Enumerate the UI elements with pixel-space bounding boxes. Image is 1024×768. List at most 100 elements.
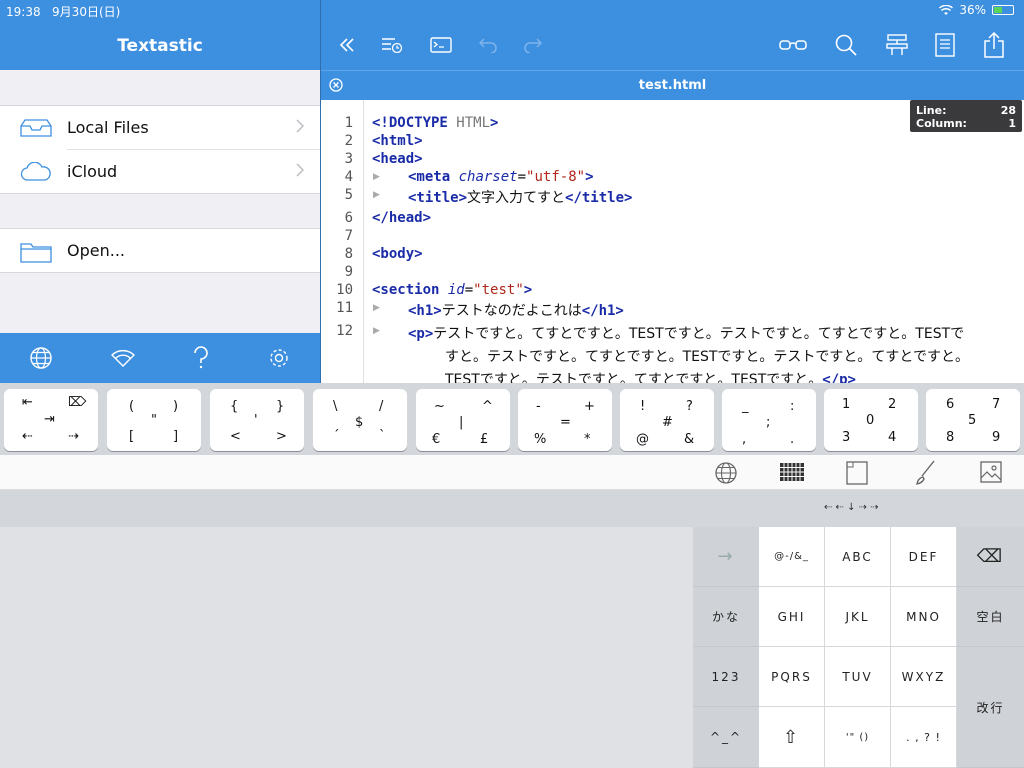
code-token: <title> bbox=[408, 190, 468, 206]
collapse-sidebar-button[interactable] bbox=[335, 32, 359, 58]
key-glyph: > bbox=[276, 429, 287, 444]
sidebar-item-label: Local Files bbox=[67, 118, 149, 137]
status-time-date: 19:38 9月30日(日) bbox=[6, 3, 120, 20]
shift-arrow-icon: ⇧ bbox=[782, 726, 801, 748]
code-token: テストですと。てすとですと。TESTですと。テストですと。てすとですと。TEST… bbox=[433, 326, 965, 342]
shift-key[interactable]: ⇧ bbox=[759, 707, 825, 768]
extra-key-digits-0-4[interactable]: 1 2 0 3 4 bbox=[824, 389, 918, 451]
key-def[interactable]: DEF bbox=[891, 527, 957, 587]
key-punctuation[interactable]: . , ? ! bbox=[891, 707, 957, 768]
sidebar-item-icloud[interactable]: iCloud bbox=[0, 150, 320, 193]
key-pqrs[interactable]: PQRS bbox=[759, 647, 825, 707]
status-date: 9月30日(日) bbox=[52, 5, 121, 19]
key-glyph: ⇤ bbox=[22, 395, 33, 410]
key-kana[interactable]: かな bbox=[693, 587, 759, 647]
key-glyph: \ bbox=[333, 399, 338, 414]
extra-key-separators[interactable]: _ : ; , . bbox=[722, 389, 816, 451]
line-number: 9 bbox=[344, 264, 353, 280]
key-quotes-parens[interactable]: '" () bbox=[825, 707, 891, 768]
key-glyph: + bbox=[584, 399, 595, 414]
fold-triangle-icon[interactable]: ▶ bbox=[373, 326, 380, 336]
share-button[interactable] bbox=[982, 32, 1006, 58]
keyboard-grid-icon[interactable] bbox=[780, 463, 804, 481]
terminal-button[interactable] bbox=[428, 32, 454, 58]
brush-icon[interactable] bbox=[914, 460, 936, 486]
wifi-icon[interactable] bbox=[111, 348, 135, 368]
fold-triangle-icon[interactable]: ▶ bbox=[373, 172, 380, 182]
key-glyph: 7 bbox=[992, 397, 1001, 412]
extra-key-slashes[interactable]: \ / $ ´ ` bbox=[313, 389, 407, 451]
key-wxyz[interactable]: WXYZ bbox=[891, 647, 957, 707]
sidebar-item-open[interactable]: Open... bbox=[0, 229, 320, 272]
key-emoticon[interactable]: ^_^ bbox=[693, 707, 759, 768]
status-right: 36% bbox=[939, 3, 1014, 17]
line-number: 12 bbox=[336, 323, 353, 339]
return-key[interactable]: 改行 bbox=[957, 647, 1024, 768]
extra-keys-row: ⇤ ⌦ ⇥ ⇠ ⇢ ( ) " [ ] { } ' < > \ / $ ´ ` … bbox=[0, 383, 1024, 455]
key-jkl[interactable]: JKL bbox=[825, 587, 891, 647]
key-glyph: } bbox=[276, 399, 285, 414]
line-number: 3 bbox=[344, 151, 353, 167]
code-token: "utf-8" bbox=[526, 169, 586, 185]
gear-icon[interactable] bbox=[267, 346, 291, 370]
search-button[interactable] bbox=[833, 32, 859, 58]
cursor-position-badge: Line: 28 Column: 1 bbox=[910, 100, 1022, 132]
code-token: = bbox=[517, 169, 527, 185]
code-token: テストなのだよこれは bbox=[441, 303, 582, 319]
extra-key-operators[interactable]: - + = % * bbox=[518, 389, 612, 451]
space-key[interactable]: 空白 bbox=[957, 587, 1024, 647]
extra-key-digits-5-9[interactable]: 6 7 5 8 9 bbox=[926, 389, 1020, 451]
key-glyph: & bbox=[684, 432, 695, 447]
key-glyph: ⌦ bbox=[68, 395, 87, 410]
code-token: </head> bbox=[372, 210, 432, 226]
extra-key-punctuation[interactable]: ! ? # @ & bbox=[620, 389, 714, 451]
redo-button[interactable] bbox=[522, 32, 544, 58]
key-tuv[interactable]: TUV bbox=[825, 647, 891, 707]
extra-key-braces[interactable]: { } ' < > bbox=[210, 389, 304, 451]
globe-icon[interactable] bbox=[29, 346, 53, 370]
double-chevron-left-icon bbox=[339, 38, 354, 52]
document-info-button[interactable] bbox=[933, 32, 957, 58]
open-group: Open... bbox=[0, 228, 320, 273]
key-ghi[interactable]: GHI bbox=[759, 587, 825, 647]
cursor-swipe-hint: ⇠ ⇠ ↓ ⇢ ⇢ bbox=[824, 502, 879, 513]
key-glyph: 2 bbox=[888, 397, 897, 412]
image-icon[interactable] bbox=[980, 461, 1002, 483]
structure-icon bbox=[886, 34, 908, 55]
key-glyph: ^ bbox=[482, 399, 493, 414]
document-icon bbox=[935, 33, 955, 57]
code-token: > bbox=[523, 282, 533, 298]
line-number: 6 bbox=[344, 210, 353, 226]
fold-triangle-icon[interactable]: ▶ bbox=[373, 190, 380, 200]
key-symbols[interactable]: @-/&_ bbox=[759, 527, 825, 587]
tray-icon bbox=[20, 119, 52, 137]
storage-group: Local Files iCloud bbox=[0, 105, 320, 194]
extra-key-tab-navigation[interactable]: ⇤ ⌦ ⇥ ⇠ ⇢ bbox=[4, 389, 98, 451]
delete-key[interactable]: ⌫ bbox=[957, 527, 1024, 587]
symbols-button[interactable] bbox=[884, 32, 910, 58]
undo-button[interactable] bbox=[477, 32, 499, 58]
key-numbers[interactable]: 123 bbox=[693, 647, 759, 707]
preview-button[interactable] bbox=[778, 32, 808, 58]
sidebar-item-local-files[interactable]: Local Files bbox=[0, 106, 320, 149]
extra-key-brackets[interactable]: ( ) " [ ] bbox=[107, 389, 201, 451]
keyboard-tool-row bbox=[0, 455, 1024, 490]
key-glyph: ( bbox=[129, 399, 135, 414]
key-abc[interactable]: ABC bbox=[825, 527, 891, 587]
code-token: > bbox=[490, 115, 499, 131]
extra-key-currency[interactable]: ~ ^ | € £ bbox=[416, 389, 510, 451]
layout-icon[interactable] bbox=[846, 461, 868, 485]
key-glyph: $ bbox=[355, 415, 364, 430]
help-icon[interactable] bbox=[193, 346, 209, 370]
glasses-icon bbox=[779, 40, 807, 50]
globe-icon[interactable] bbox=[714, 461, 738, 485]
fold-triangle-icon[interactable]: ▶ bbox=[373, 303, 380, 313]
code-token: </title> bbox=[565, 190, 633, 206]
key-mno[interactable]: MNO bbox=[891, 587, 957, 647]
key-glyph: : bbox=[790, 399, 795, 414]
code-token: <html> bbox=[372, 133, 423, 149]
line-value: 28 bbox=[1000, 104, 1016, 117]
recent-files-button[interactable] bbox=[379, 32, 405, 58]
key-next-arrow[interactable]: → bbox=[693, 527, 759, 587]
battery-icon bbox=[992, 5, 1014, 15]
